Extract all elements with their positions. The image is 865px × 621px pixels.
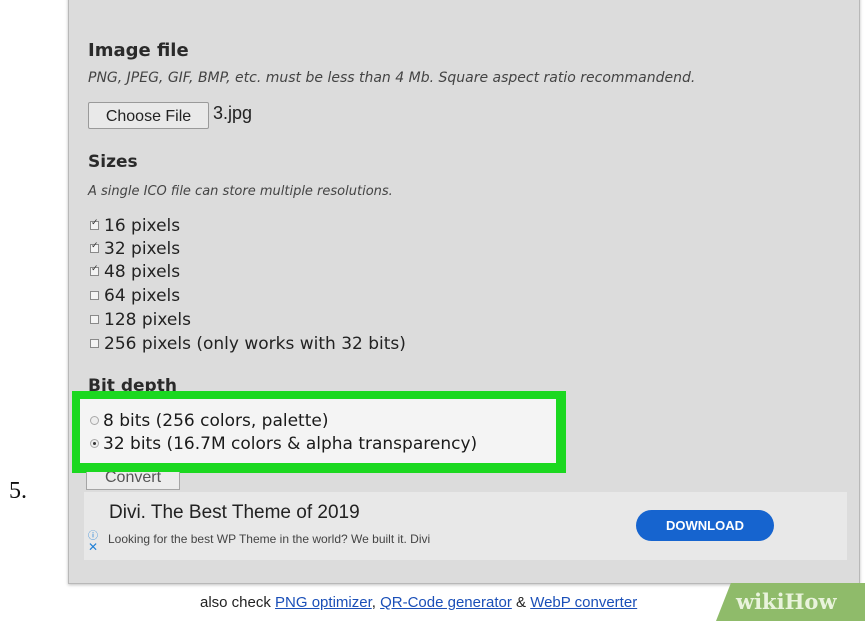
footer-separator: ,: [371, 594, 376, 611]
size-option-16[interactable]: 16 pixels: [90, 214, 180, 237]
size-option-256[interactable]: 256 pixels (only works with 32 bits): [90, 332, 406, 355]
radio-32-bits[interactable]: [90, 439, 99, 448]
choose-file-button[interactable]: Choose File: [88, 102, 209, 129]
footer-separator: &: [516, 594, 527, 611]
sizes-heading: Sizes: [88, 152, 138, 172]
radio-8-bits[interactable]: [90, 416, 99, 425]
footer-links: also check PNG optimizer, QR-Code genera…: [200, 594, 637, 611]
checkbox-64[interactable]: [90, 291, 99, 300]
checkbox-16[interactable]: [90, 218, 99, 230]
bit-depth-label: 32 bits (16.7M colors & alpha transparen…: [103, 433, 478, 454]
webp-converter-link[interactable]: WebP converter: [530, 594, 637, 611]
sizes-description: A single ICO file can store multiple res…: [88, 184, 393, 199]
ad-banner[interactable]: Divi. The Best Theme of 2019 ⓘ ✕ Looking…: [84, 492, 847, 560]
watermark-part1: wiki: [736, 589, 785, 614]
size-option-128[interactable]: 128 pixels: [90, 308, 191, 331]
selected-filename: 3.jpg: [213, 103, 253, 123]
bit-depth-label: 8 bits (256 colors, palette): [103, 410, 329, 431]
image-file-description: PNG, JPEG, GIF, BMP, etc. must be less t…: [88, 70, 696, 86]
checkbox-256[interactable]: [90, 339, 99, 348]
size-label: 64 pixels: [104, 285, 181, 306]
close-icon[interactable]: ✕: [88, 540, 98, 554]
checkbox-48[interactable]: [90, 264, 99, 276]
watermark-part2: How: [784, 589, 837, 614]
wikihow-watermark: wikiHow: [716, 583, 865, 621]
bit-depth-option-8[interactable]: 8 bits (256 colors, palette): [90, 409, 328, 432]
size-label: 16 pixels: [104, 215, 181, 236]
bit-depth-option-32[interactable]: 32 bits (16.7M colors & alpha transparen…: [90, 432, 477, 455]
size-option-64[interactable]: 64 pixels: [90, 284, 180, 307]
download-button[interactable]: DOWNLOAD: [636, 510, 774, 541]
footer-prefix: also check: [200, 594, 271, 611]
size-label: 128 pixels: [104, 309, 191, 330]
ad-title[interactable]: Divi. The Best Theme of 2019: [109, 502, 360, 524]
ad-description: Looking for the best WP Theme in the wor…: [108, 532, 431, 546]
image-file-heading: Image file: [88, 40, 189, 61]
checkbox-32[interactable]: [90, 241, 99, 253]
size-label: 256 pixels (only works with 32 bits): [104, 333, 406, 354]
size-option-32[interactable]: 32 pixels: [90, 237, 180, 260]
size-option-48[interactable]: 48 pixels: [90, 260, 180, 283]
size-label: 48 pixels: [104, 261, 181, 282]
size-label: 32 pixels: [104, 238, 181, 259]
png-optimizer-link[interactable]: PNG optimizer: [275, 594, 372, 611]
convert-button[interactable]: Convert: [86, 472, 180, 490]
qr-code-generator-link[interactable]: QR-Code generator: [380, 594, 512, 611]
step-number: 5.: [9, 478, 27, 504]
checkbox-128[interactable]: [90, 315, 99, 324]
